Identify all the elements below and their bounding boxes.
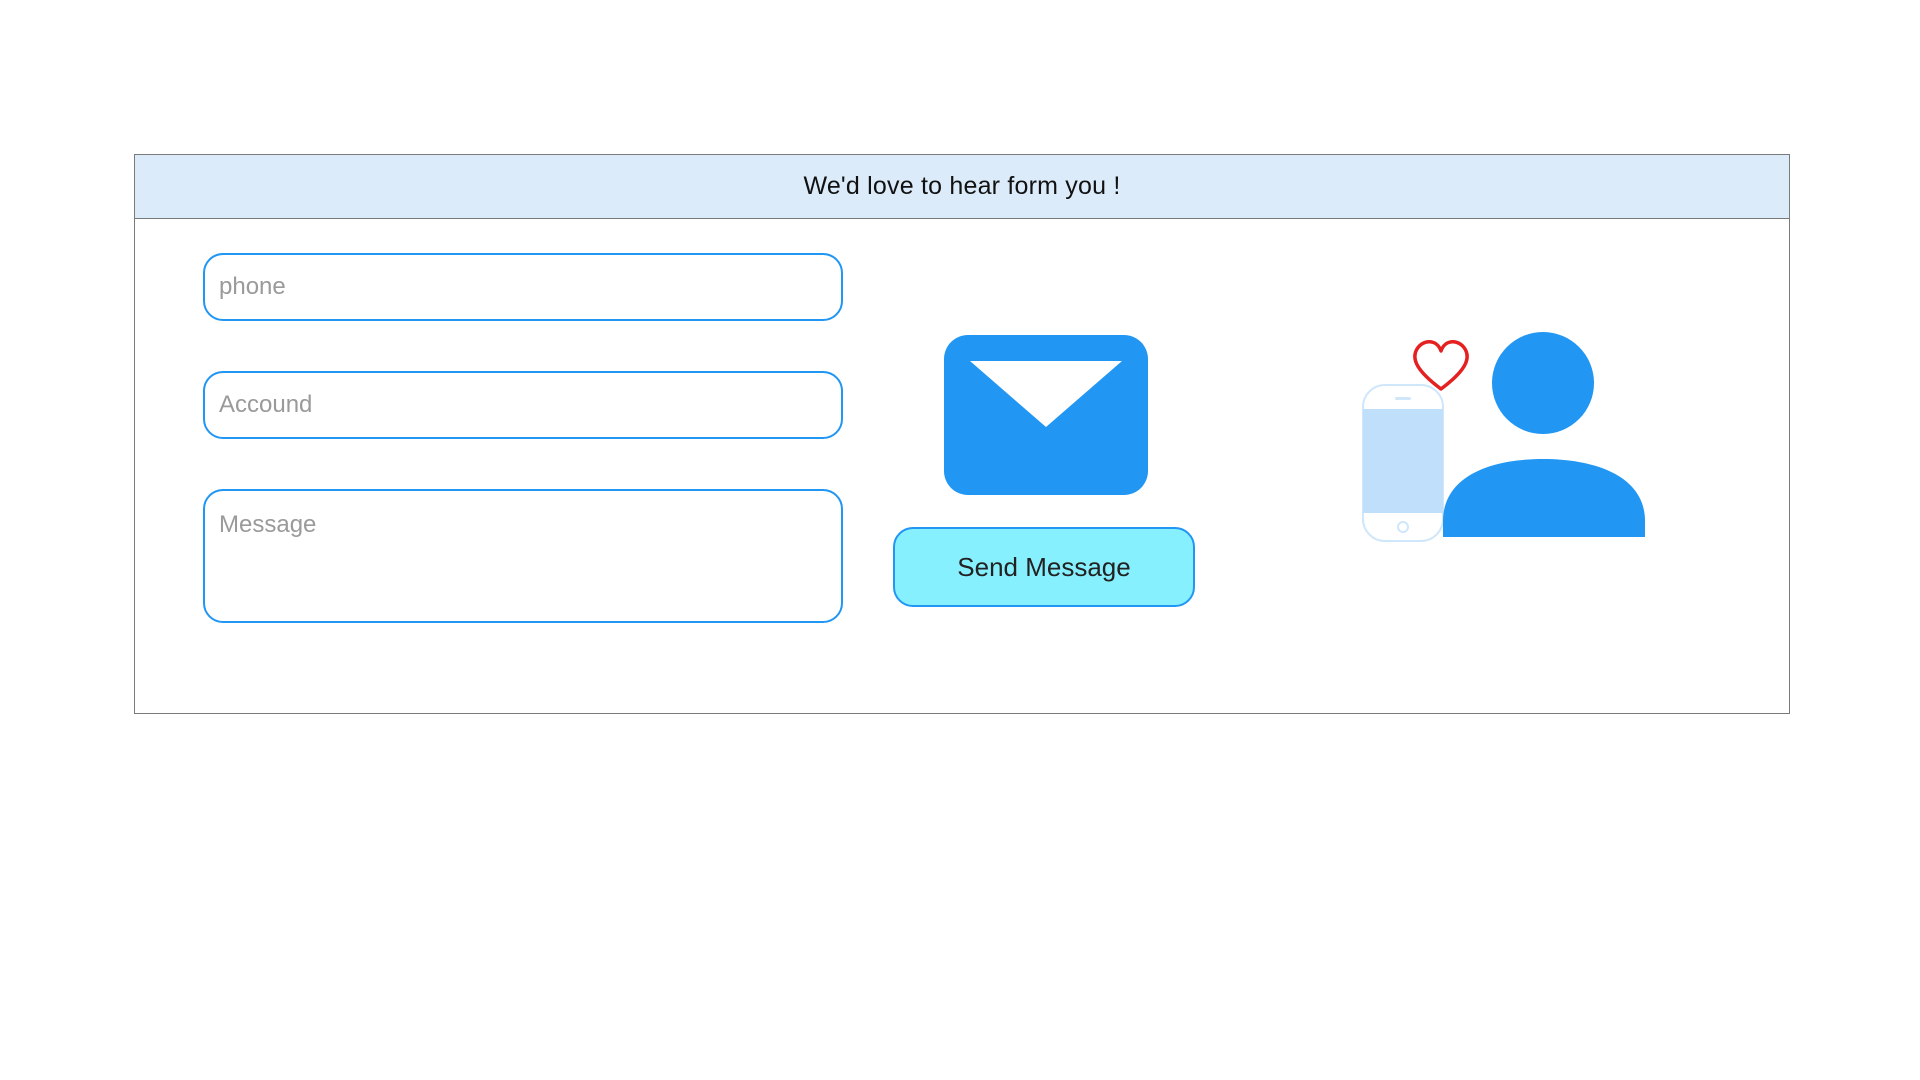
contact-card: We'd love to hear form you ! Send Messag… xyxy=(134,154,1790,714)
heart-icon xyxy=(1413,340,1469,391)
card-header: We'd love to hear form you ! xyxy=(135,155,1789,219)
contact-illustration xyxy=(1362,332,1645,542)
account-input[interactable] xyxy=(203,371,843,439)
header-title: We'd love to hear form you ! xyxy=(803,172,1121,200)
smartphone-icon xyxy=(1362,384,1444,542)
contact-person-icon xyxy=(1443,332,1645,537)
phone-input[interactable] xyxy=(203,253,843,321)
mail-icon xyxy=(944,335,1148,495)
message-textarea[interactable] xyxy=(203,489,843,623)
send-message-button[interactable]: Send Message xyxy=(893,527,1195,607)
